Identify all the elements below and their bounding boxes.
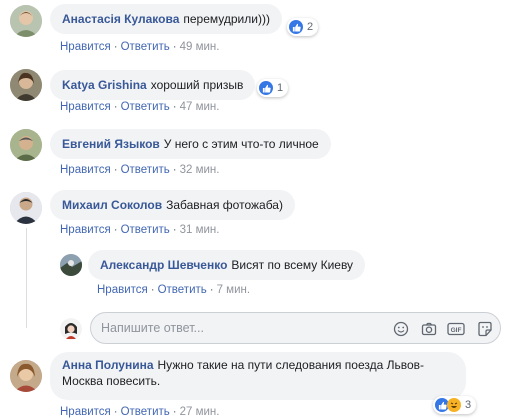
comment-text: хороший призыв xyxy=(150,78,244,92)
haha-icon xyxy=(447,398,461,412)
comment-text: Висят по всему Киеву xyxy=(231,258,354,272)
comment-actions: Нравится · Ответить · 49 мин. xyxy=(60,41,220,53)
like-link[interactable]: Нравится xyxy=(97,284,148,296)
timestamp[interactable]: 27 мин. xyxy=(180,406,220,418)
reply-input[interactable] xyxy=(101,319,371,337)
comment-text: перемудрили))) xyxy=(183,12,270,26)
avatar[interactable] xyxy=(10,5,42,37)
avatar[interactable] xyxy=(10,69,42,101)
comment-text: Забавная фотожаба) xyxy=(166,198,283,212)
avatar[interactable] xyxy=(10,360,42,392)
reply-link[interactable]: Ответить xyxy=(121,101,170,113)
reply-input-box[interactable]: GIF xyxy=(90,312,501,344)
comment-actions: Нравится · Ответить · 47 мин. xyxy=(60,101,220,113)
timestamp[interactable]: 32 мин. xyxy=(180,164,220,176)
reply-link[interactable]: Ответить xyxy=(121,41,170,53)
avatar[interactable] xyxy=(10,192,42,224)
comment-bubble: Евгений Языков У него с этим что-то лично… xyxy=(50,129,331,159)
comment-actions: Нравится · Ответить · 27 мин. xyxy=(60,406,220,418)
like-link[interactable]: Нравится xyxy=(60,406,111,418)
like-link[interactable]: Нравится xyxy=(60,164,111,176)
reactions-badge[interactable]: 1 xyxy=(257,79,289,97)
comment-author[interactable]: Евгений Языков xyxy=(62,137,160,151)
thread-connector xyxy=(26,228,27,328)
comment-text: У него с этим что-то личное xyxy=(163,137,319,151)
reactions-badge[interactable]: 2 xyxy=(287,18,319,36)
comment-bubble: Михаил Соколов Забавная фотожаба) xyxy=(50,190,295,220)
timestamp[interactable]: 47 мин. xyxy=(180,101,220,113)
sticker-icon[interactable] xyxy=(476,320,494,338)
comment-bubble: Katya Grishina хороший призыв xyxy=(50,70,256,100)
gif-icon[interactable]: GIF xyxy=(447,320,465,338)
reply-link[interactable]: Ответить xyxy=(158,284,207,296)
emoji-icon[interactable] xyxy=(392,320,410,338)
comment-author[interactable]: Анастасія Кулакова xyxy=(62,12,179,26)
comment-actions: Нравится · Ответить · 7 мин. xyxy=(97,284,251,296)
avatar[interactable] xyxy=(60,254,82,276)
like-link[interactable]: Нравится xyxy=(60,101,111,113)
reactions-count: 1 xyxy=(277,82,284,94)
reactions-badge[interactable]: 3 xyxy=(433,396,477,414)
like-icon xyxy=(289,20,303,34)
comment-bubble: Александр Шевченко Висят по всему Киеву xyxy=(88,250,366,280)
avatar[interactable] xyxy=(10,129,42,161)
comment-author[interactable]: Михаил Соколов xyxy=(62,198,162,212)
comment-author[interactable]: Katya Grishina xyxy=(62,78,147,92)
comment-actions: Нравится · Ответить · 32 мин. xyxy=(60,164,220,176)
comment-actions: Нравится · Ответить · 31 мин. xyxy=(60,224,220,236)
like-icon xyxy=(259,81,273,95)
timestamp[interactable]: 7 мин. xyxy=(217,284,250,296)
comment-author[interactable]: Анна Полунина xyxy=(62,358,154,372)
reactions-count: 2 xyxy=(307,21,314,33)
camera-icon[interactable] xyxy=(420,320,438,338)
comment-author[interactable]: Александр Шевченко xyxy=(100,258,227,272)
comment-bubble: Анастасія Кулакова перемудрили))) xyxy=(50,4,282,34)
reactions-count: 3 xyxy=(465,399,472,411)
like-link[interactable]: Нравится xyxy=(60,41,111,53)
timestamp[interactable]: 31 мин. xyxy=(180,224,220,236)
timestamp[interactable]: 49 мин. xyxy=(180,41,220,53)
reply-link[interactable]: Ответить xyxy=(121,164,170,176)
reply-link[interactable]: Ответить xyxy=(121,224,170,236)
reply-link[interactable]: Ответить xyxy=(121,406,170,418)
current-user-avatar xyxy=(60,318,82,340)
svg-text:GIF: GIF xyxy=(451,327,462,334)
like-link[interactable]: Нравится xyxy=(60,224,111,236)
comment-bubble: Анна Полунина Нужно такие на пути следова… xyxy=(50,352,466,400)
